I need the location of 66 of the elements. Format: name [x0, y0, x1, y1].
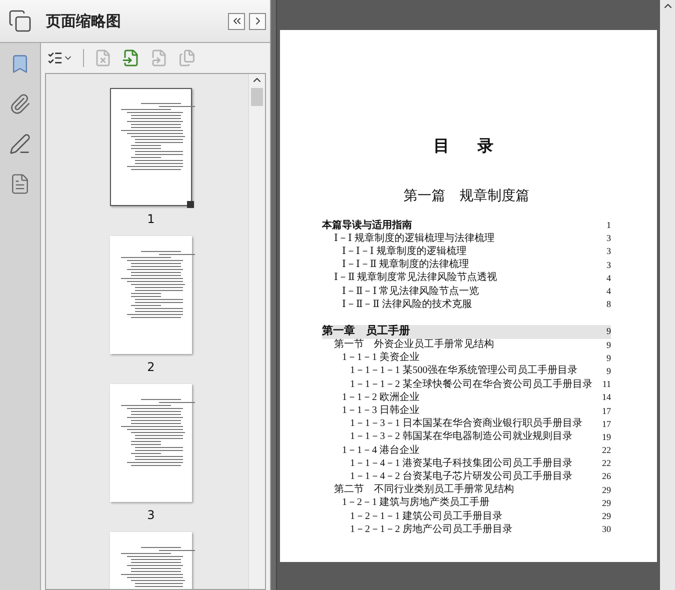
page-number: 14 [602, 393, 611, 402]
toc-entry: Ⅰ－Ⅰ－Ⅰ 规章制度的逻辑梳理 [342, 246, 466, 257]
toc-entry: Ⅰ－Ⅰ 规章制度的逻辑梳理与法律梳理 [334, 234, 494, 244]
page-number: 22 [602, 446, 611, 456]
page-number: 29 [602, 486, 611, 495]
expand-button[interactable] [249, 12, 266, 30]
page-number: 29 [602, 512, 611, 522]
toc-entry: 1－2－1 建筑与房地产类员工手册 [342, 498, 490, 508]
page-number: 4 [606, 287, 611, 296]
toc-entry: Ⅰ－Ⅱ－Ⅱ 法律风险的技术克服 [342, 300, 472, 310]
toc-entry: 本篇导读与适用指南 [322, 220, 412, 231]
page-title: 目 录 [432, 137, 500, 157]
toc-entry: 第一章 员工手册 [322, 326, 410, 338]
page-number: 9 [606, 327, 611, 336]
toc-entry: 1－1－4 港台企业 [342, 446, 420, 456]
page-number: 3 [606, 260, 611, 270]
page-number: 3 [606, 234, 611, 244]
page-number: 3 [606, 247, 611, 256]
pages-icon[interactable] [8, 9, 32, 33]
toc-entry: 1－2－1－1 建筑公司员工手册目录 [350, 512, 502, 522]
panel-title: 页面缩略图 [46, 12, 122, 30]
toc-entry: 1－1－1 美资企业 [342, 353, 420, 364]
page-number: 29 [602, 498, 611, 508]
page-number: 22 [602, 459, 611, 468]
scrollbar[interactable] [248, 74, 265, 589]
page-number: 9 [606, 366, 611, 376]
page-number: 8 [606, 300, 611, 310]
page-number: 26 [602, 472, 611, 482]
page-number: 17 [602, 406, 611, 416]
page-number: 11 [602, 380, 611, 390]
toc-entry: Ⅰ－Ⅱ 规章制度常见法律风险节点透视 [334, 273, 498, 284]
scroll-thumb[interactable] [251, 88, 263, 106]
toc-entry: Ⅰ－Ⅱ－Ⅰ 常见法律风险节点一览 [342, 286, 480, 297]
collapse-button[interactable] [228, 12, 245, 30]
toc-entry: 1－1－1－2 某全球快餐公司在华合资公司员工手册目录 [350, 380, 592, 390]
options-button[interactable] [47, 50, 73, 66]
double-chevron-left-icon [230, 15, 242, 27]
toc-entry: 第一节 外资企业员工手册常见结构 [334, 340, 494, 350]
page-label: 2 [147, 360, 155, 374]
toc-entry: 1－1－3 日韩企业 [342, 406, 420, 416]
page-label: 1 [147, 212, 155, 226]
toc-entry: 1－1－2 欧洲企业 [342, 392, 420, 403]
toc-entry: 第二节 不同行业类别员工手册常见结构 [334, 485, 514, 496]
page-number: 9 [606, 354, 611, 363]
scrollbar[interactable] [660, 0, 675, 590]
signature-icon[interactable] [9, 133, 31, 155]
toc-entry: 1－2－1－2 房地产公司员工手册目录 [350, 524, 512, 535]
part-title: 第一篇 规章制度篇 [402, 187, 530, 205]
list-icon [47, 50, 63, 66]
insert-page-icon[interactable] [122, 49, 140, 67]
page-thumbnail[interactable] [110, 88, 192, 206]
toc-entry: 1－1－3－1 日本国某在华合资商业银行职员手册目录 [350, 419, 582, 430]
page-number: 9 [606, 340, 611, 350]
page-label: 3 [147, 508, 155, 522]
page-number: 30 [602, 525, 611, 534]
page-number: 1 [606, 221, 611, 230]
page-number: 4 [606, 274, 611, 283]
toc-entry: 1－1－3－2 韩国某在华电器制造公司就业规则目录 [350, 432, 572, 442]
toc-entry: Ⅰ－Ⅰ－Ⅱ 规章制度的法律梳理 [342, 260, 470, 270]
toc-entry: 1－1－1－1 某500强在华系统管理公司员工手册目录 [350, 366, 578, 376]
page-number: 19 [602, 432, 611, 442]
paperclip-icon[interactable] [9, 93, 31, 115]
toc-entry: 1－1－4－1 港资某电子科技集团公司员工手册目录 [350, 458, 572, 469]
page-number: 17 [602, 420, 611, 429]
toc-entry: 1－1－4－2 台资某电子芯片研发公司员工手册目录 [350, 472, 572, 482]
document-icon[interactable] [9, 173, 31, 195]
